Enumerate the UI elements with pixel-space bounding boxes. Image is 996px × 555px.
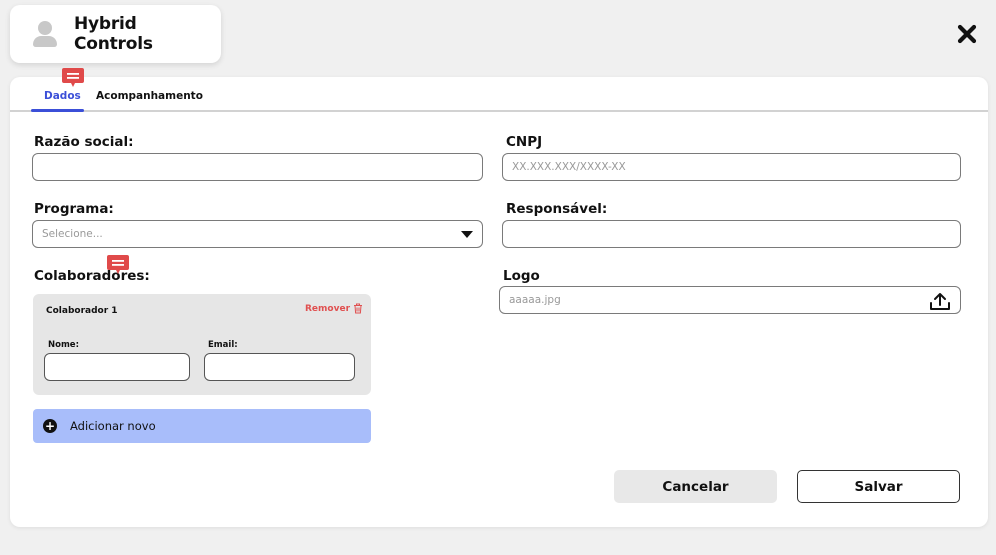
programa-select[interactable]: Selecione... bbox=[32, 220, 483, 248]
logo-label: Logo bbox=[503, 268, 540, 284]
user-avatar-icon bbox=[32, 21, 58, 47]
remove-label: Remover bbox=[305, 303, 351, 314]
add-collaborator-button[interactable]: + Adicionar novo bbox=[33, 409, 371, 443]
programa-selected-value: Selecione... bbox=[42, 228, 103, 240]
responsavel-label: Responsável: bbox=[506, 201, 608, 217]
cnpj-input[interactable]: XX.XXX.XXX/XXXX-XX bbox=[502, 153, 961, 181]
colaboradores-label: Colaboradores: bbox=[34, 268, 150, 284]
main-card: Dados Acompanhamento Razão social: CNPJ … bbox=[10, 68, 988, 527]
add-collaborator-label: Adicionar novo bbox=[70, 419, 156, 433]
close-button[interactable] bbox=[953, 20, 981, 48]
tab-acompanhamento[interactable]: Acompanhamento bbox=[96, 90, 203, 102]
email-label: Email: bbox=[208, 340, 238, 350]
collaborator-title: Colaborador 1 bbox=[46, 306, 118, 316]
programa-label: Programa: bbox=[34, 201, 114, 217]
logo-filename: aaaaa.jpg bbox=[509, 294, 561, 306]
header-card: Hybrid Controls bbox=[10, 5, 221, 63]
nome-input[interactable] bbox=[44, 353, 190, 381]
chevron-down-icon bbox=[461, 231, 473, 238]
razao-social-input[interactable] bbox=[32, 153, 483, 181]
tab-bar: Dados Acompanhamento bbox=[10, 77, 988, 112]
app-title: Hybrid Controls bbox=[73, 14, 153, 54]
remove-collaborator-button[interactable]: Remover bbox=[305, 303, 363, 314]
trash-icon bbox=[354, 303, 363, 314]
cnpj-label: CNPJ bbox=[506, 134, 543, 150]
email-input[interactable] bbox=[204, 353, 355, 381]
upload-icon[interactable] bbox=[929, 291, 951, 311]
comment-icon[interactable] bbox=[62, 68, 84, 87]
tab-dados[interactable]: Dados bbox=[44, 90, 81, 102]
plus-circle-icon: + bbox=[43, 419, 57, 433]
close-icon bbox=[957, 24, 977, 44]
collaborator-card: Colaborador 1 Remover Nome: Email: bbox=[33, 294, 371, 395]
nome-label: Nome: bbox=[48, 340, 79, 350]
comment-icon[interactable] bbox=[107, 255, 129, 274]
razao-social-label: Razão social: bbox=[34, 134, 134, 150]
cancel-button[interactable]: Cancelar bbox=[614, 470, 777, 503]
save-button[interactable]: Salvar bbox=[797, 470, 960, 503]
responsavel-input[interactable] bbox=[502, 220, 961, 248]
active-tab-indicator bbox=[31, 109, 84, 112]
logo-upload-field[interactable]: aaaaa.jpg bbox=[499, 286, 961, 314]
